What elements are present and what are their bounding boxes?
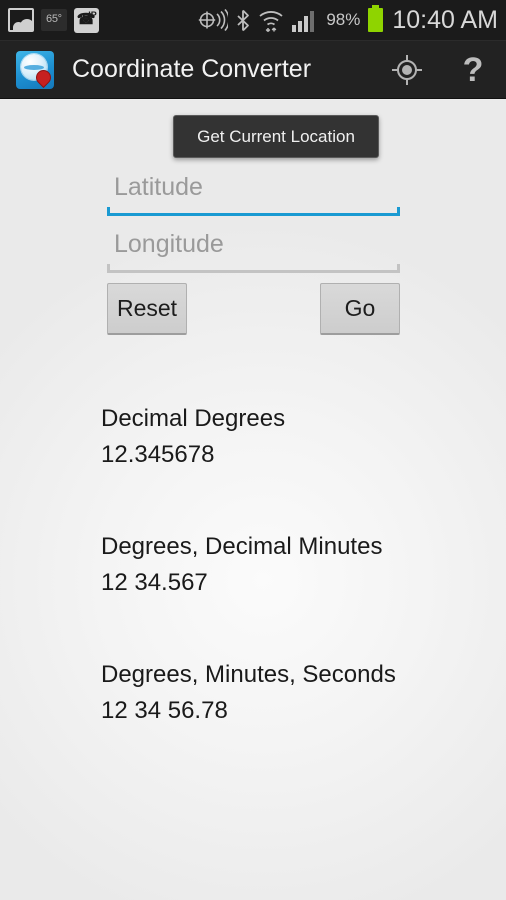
- latitude-input[interactable]: Latitude: [107, 172, 400, 216]
- result-value: 12 34 56.78: [101, 697, 228, 724]
- ip-call-icon: ☎ IP: [73, 7, 99, 33]
- ip-call-label: IP: [88, 9, 97, 20]
- reset-button[interactable]: Reset: [107, 283, 187, 335]
- gallery-icon: [8, 8, 34, 32]
- status-bar-clock: 10:40 AM: [392, 5, 498, 34]
- battery-percent-label: 98%: [326, 10, 361, 29]
- result-decimal-degrees: Decimal Degrees 12.345678: [101, 402, 491, 472]
- result-label: Degrees, Decimal Minutes: [101, 533, 383, 560]
- status-bar: 65° ☎ IP 98% 10:40 AM: [0, 0, 506, 41]
- wifi-icon: [259, 10, 283, 32]
- main-content: [0, 100, 506, 900]
- page-title: Coordinate Converter: [72, 55, 312, 83]
- latitude-placeholder: Latitude: [114, 173, 203, 201]
- get-current-location-action[interactable]: [374, 41, 440, 99]
- bluetooth-icon: [237, 9, 250, 31]
- question-mark-icon: ?: [462, 50, 484, 89]
- action-bar: Coordinate Converter ?: [0, 41, 506, 99]
- status-bar-left-icons: 65° ☎ IP: [0, 7, 99, 33]
- longitude-input[interactable]: Longitude: [107, 229, 400, 273]
- go-button-label: Go: [344, 295, 376, 321]
- weather-temperature-icon: 65°: [41, 9, 67, 31]
- result-degrees-minutes-seconds: Degrees, Minutes, Seconds 12 34 56.78: [101, 658, 491, 728]
- latitude-underline: [107, 207, 400, 216]
- battery-icon: [368, 5, 384, 32]
- cellular-signal-icon: [292, 10, 315, 32]
- status-bar-right-icons: 98% 10:40 AM: [198, 5, 506, 35]
- reset-button-label: Reset: [116, 295, 178, 321]
- result-label: Degrees, Minutes, Seconds: [101, 661, 396, 688]
- help-action[interactable]: ?: [440, 41, 506, 99]
- gps-location-active-icon: [199, 9, 229, 31]
- result-degrees-decimal-minutes: Degrees, Decimal Minutes 12 34.567: [101, 530, 491, 600]
- result-value: 12 34.567: [101, 569, 208, 596]
- longitude-underline: [107, 264, 400, 273]
- tooltip-label: Get Current Location: [197, 126, 355, 146]
- tooltip-get-current-location: Get Current Location: [173, 115, 379, 158]
- longitude-placeholder: Longitude: [114, 230, 224, 258]
- action-bar-actions: ?: [374, 41, 506, 99]
- result-value: 12.345678: [101, 441, 215, 468]
- app-logo-globe-pin-icon: [16, 50, 54, 89]
- result-label: Decimal Degrees: [101, 405, 286, 432]
- go-button[interactable]: Go: [320, 283, 400, 335]
- crosshair-icon: [392, 54, 422, 85]
- app-screen: 65° ☎ IP 98% 10:40 AM Coordinate Convert…: [0, 0, 506, 900]
